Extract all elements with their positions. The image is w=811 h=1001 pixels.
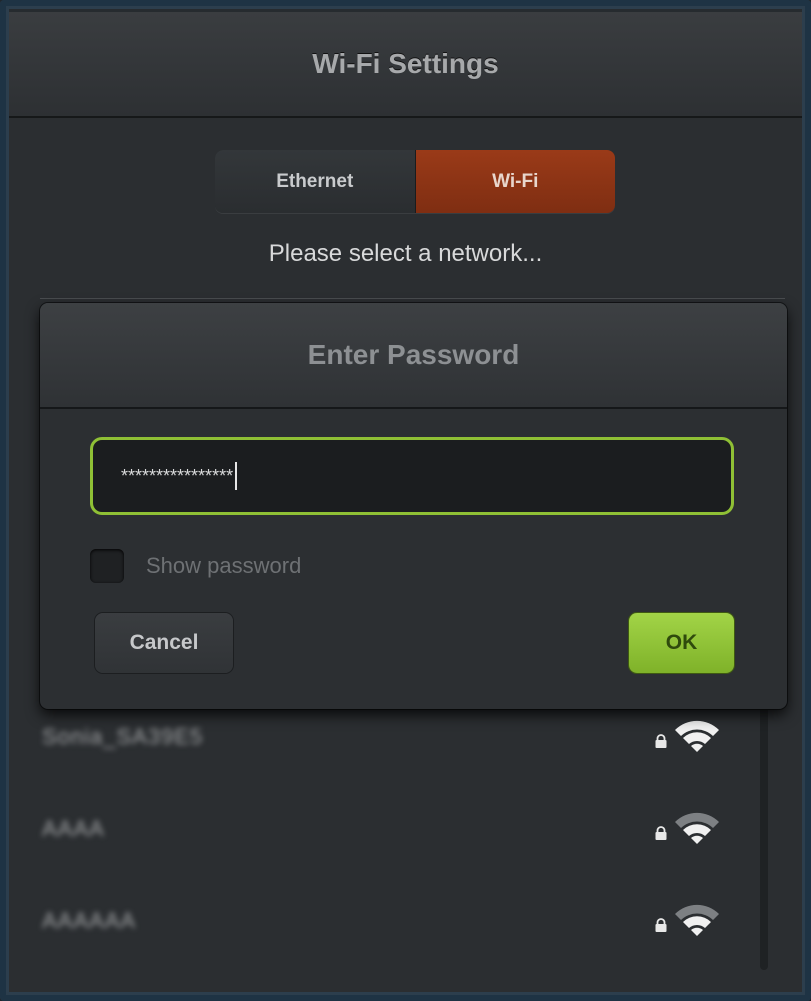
title-bar: Wi-Fi Settings (9, 12, 802, 118)
network-prompt: Please select a network... (268, 240, 543, 267)
network-name: Sonia_SA39E5 (42, 724, 204, 749)
password-input[interactable]: **************** (90, 437, 734, 515)
network-name: AAAA (42, 816, 105, 841)
lock-icon (655, 734, 667, 748)
tab-ethernet[interactable]: Ethernet (215, 150, 416, 213)
network-item[interactable]: AAAAAA (42, 900, 742, 940)
show-password-checkbox[interactable] (90, 549, 124, 583)
password-value: **************** (121, 465, 234, 486)
tab-wifi[interactable]: Wi-Fi (415, 150, 615, 213)
dialog-title-bar: Enter Password (40, 303, 787, 409)
text-caret (235, 462, 238, 490)
wifi-signal-icon (675, 904, 719, 936)
lock-icon (655, 826, 667, 840)
show-password-label[interactable]: Show password (146, 553, 301, 579)
wifi-signal-icon (675, 720, 719, 752)
cancel-button[interactable]: Cancel (95, 613, 233, 673)
lock-icon (655, 918, 667, 932)
connection-type-toggle: Ethernet Wi-Fi (215, 150, 615, 213)
ok-button[interactable]: OK (629, 613, 734, 673)
window-title: Wi-Fi Settings (312, 48, 499, 79)
network-list-scrollbar[interactable] (760, 700, 768, 970)
password-dialog: Enter Password **************** Show pas… (40, 303, 787, 709)
dialog-title: Enter Password (307, 339, 520, 370)
network-item[interactable]: AAAA (42, 808, 742, 848)
wifi-signal-icon (675, 812, 719, 844)
network-name: AAAAAA (42, 908, 137, 933)
network-item[interactable]: Sonia_SA39E5 (42, 716, 742, 756)
